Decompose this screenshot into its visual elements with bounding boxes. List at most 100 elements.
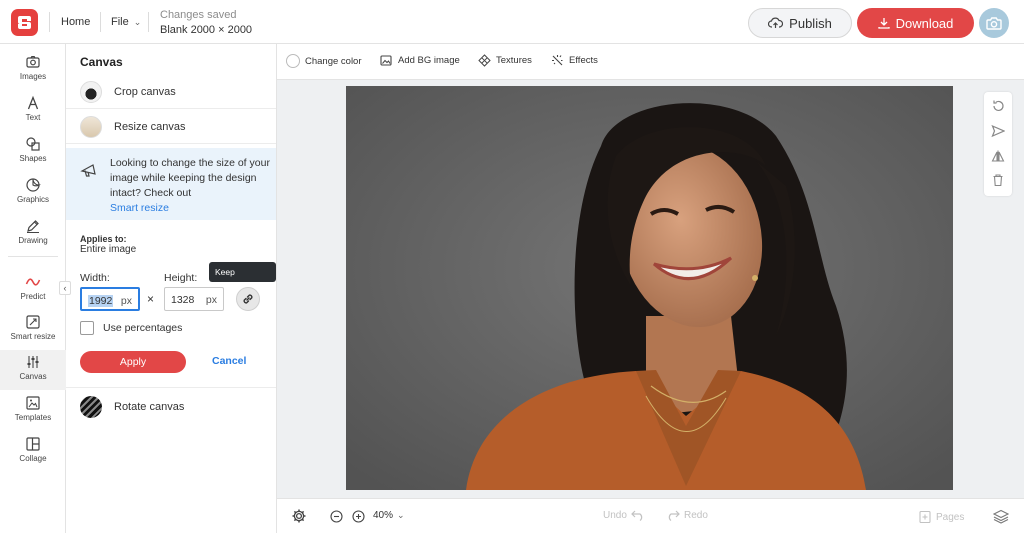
- sidebar-item-label: Text: [25, 113, 41, 122]
- keep-proportions-button[interactable]: [236, 287, 260, 311]
- file-menu[interactable]: File ⌄: [111, 16, 141, 28]
- canvas-toolbar: Change color Add BG image Textures Effec…: [277, 44, 1024, 80]
- sidebar-item-label: Smart resize: [10, 332, 56, 341]
- sidebar-item-templates[interactable]: Templates: [0, 391, 66, 431]
- canvas-panel: Canvas Crop canvas Resize canvas Looking…: [66, 44, 277, 533]
- cancel-button[interactable]: Cancel: [212, 355, 246, 367]
- sidebar-item-label: Canvas: [19, 372, 47, 381]
- collapse-panel-button[interactable]: ‹: [59, 281, 71, 295]
- redo-label: Redo: [684, 510, 708, 521]
- sidebar-item-graphics[interactable]: Graphics: [0, 173, 66, 213]
- reset-icon[interactable]: [991, 99, 1005, 113]
- download-label: Download: [895, 15, 954, 31]
- chevron-down-icon: ⌄: [133, 17, 142, 27]
- publish-label: Publish: [789, 15, 832, 31]
- publish-button[interactable]: Publish: [748, 8, 852, 38]
- sidebar-item-images[interactable]: Images: [0, 50, 66, 90]
- redo-button[interactable]: Redo: [666, 510, 708, 521]
- sidebar-item-predict[interactable]: Predict: [0, 270, 66, 310]
- zoom-in-button[interactable]: [352, 510, 365, 523]
- height-value: 1328: [171, 294, 195, 306]
- smart-resize-hint-text: Looking to change the size of your image…: [110, 156, 270, 216]
- pencil-icon: [27, 220, 39, 233]
- change-color-label: Change color: [305, 55, 362, 67]
- canvas-image[interactable]: [346, 86, 953, 490]
- textures-icon: [478, 54, 491, 67]
- redo-icon: [668, 510, 680, 521]
- trash-icon[interactable]: [991, 173, 1005, 187]
- download-button[interactable]: Download: [857, 8, 974, 38]
- sidebar-item-label: Predict: [20, 292, 46, 301]
- add-bg-image-button[interactable]: Add BG image: [380, 54, 460, 67]
- effects-icon: [552, 55, 563, 66]
- sidebar-item-smart-resize[interactable]: Smart resize: [0, 310, 66, 350]
- workspace: [277, 80, 1024, 498]
- home-link[interactable]: Home: [61, 16, 90, 28]
- crop-canvas-option[interactable]: Crop canvas: [66, 75, 276, 109]
- layers-button[interactable]: [993, 509, 1009, 524]
- sidebar-item-shapes[interactable]: Shapes: [0, 132, 66, 172]
- document-size: Blank 2000 × 2000: [160, 24, 253, 36]
- app-logo[interactable]: [11, 9, 38, 36]
- smart-resize-icon: [26, 315, 40, 329]
- smart-resize-hint: Looking to change the size of your image…: [66, 148, 276, 220]
- gear-icon: [292, 509, 306, 523]
- crop-thumbnail: [80, 81, 102, 103]
- height-label: Height:: [164, 272, 198, 284]
- applies-to-label: Applies to:: [80, 234, 127, 244]
- sidebar-item-label: Images: [19, 72, 47, 81]
- zoom-level-dropdown[interactable]: 40% ⌄: [373, 510, 405, 521]
- sidebar-item-text[interactable]: Text: [0, 91, 66, 131]
- smart-resize-link[interactable]: Smart resize: [110, 202, 169, 214]
- rotate-canvas-option[interactable]: Rotate canvas: [66, 390, 276, 424]
- undo-button[interactable]: Undo: [603, 510, 645, 521]
- height-input[interactable]: 1328 px: [164, 287, 224, 311]
- templates-icon: [26, 396, 40, 410]
- apply-button[interactable]: Apply: [80, 351, 186, 373]
- panel-divider: [66, 387, 276, 388]
- rotate-canvas-label: Rotate canvas: [114, 401, 185, 413]
- pages-button[interactable]: Pages: [918, 510, 964, 524]
- change-color-button[interactable]: Change color: [286, 54, 362, 68]
- resize-canvas-option[interactable]: Resize canvas: [66, 110, 276, 144]
- chevron-left-icon: ‹: [63, 283, 67, 293]
- zoom-in-icon: [352, 510, 365, 523]
- sidebar-item-collage[interactable]: Collage: [0, 432, 66, 472]
- zoom-level: 40%: [373, 510, 394, 521]
- bottom-bar: 40% ⌄ Undo Redo Pages: [277, 498, 1024, 533]
- color-swatch-icon: [286, 54, 300, 68]
- save-status: Changes saved: [160, 9, 237, 21]
- height-unit: px: [205, 294, 217, 306]
- hint-text: Looking to change the size of your image…: [110, 157, 270, 199]
- camera-icon: [986, 16, 1002, 30]
- sidebar-item-label: Drawing: [18, 236, 48, 245]
- textures-button[interactable]: Textures: [478, 54, 532, 67]
- pages-label: Pages: [936, 511, 965, 523]
- megaphone-icon: [80, 164, 96, 177]
- sidebar-item-canvas[interactable]: Canvas: [0, 350, 66, 390]
- logo-mark-icon: [18, 16, 31, 29]
- send-icon[interactable]: [991, 124, 1005, 138]
- resize-thumbnail: [80, 116, 102, 138]
- screenshot-button[interactable]: [979, 8, 1009, 38]
- flip-icon[interactable]: [991, 149, 1005, 163]
- divider: [100, 12, 101, 32]
- zoom-out-button[interactable]: [330, 510, 343, 523]
- camera-icon: [26, 56, 40, 68]
- keep-proportions-tooltip: Keep proportions: [209, 262, 276, 297]
- width-input[interactable]: 1992 px: [80, 287, 140, 311]
- effects-button[interactable]: Effects: [551, 54, 598, 67]
- settings-button[interactable]: [291, 508, 307, 524]
- rotate-thumbnail: [80, 396, 102, 418]
- layers-icon: [993, 509, 1009, 524]
- use-percentages-checkbox[interactable]: [80, 321, 94, 335]
- times-icon: ×: [147, 292, 155, 306]
- sidebar-item-label: Graphics: [16, 195, 49, 204]
- crop-canvas-label: Crop canvas: [114, 86, 176, 98]
- sidebar-item-label: Collage: [19, 454, 47, 463]
- sidebar-item-drawing[interactable]: Drawing: [0, 214, 66, 254]
- text-icon: [27, 95, 39, 110]
- chevron-down-icon: ⌄: [397, 510, 405, 520]
- sliders-icon: [27, 356, 39, 368]
- zoom-out-icon: [330, 510, 343, 523]
